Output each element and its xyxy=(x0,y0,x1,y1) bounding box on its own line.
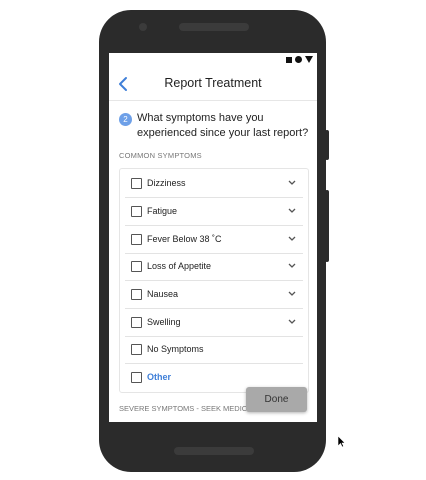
app-bar: Report Treatment xyxy=(109,68,317,101)
checkbox[interactable] xyxy=(131,178,142,189)
page-title: Report Treatment xyxy=(164,76,262,90)
done-button[interactable]: Done xyxy=(246,387,307,412)
symptom-label: Nausea xyxy=(147,289,179,299)
chevron-down-icon[interactable] xyxy=(288,291,296,297)
phone-screen: Report Treatment 2 What symptoms have yo… xyxy=(109,53,317,422)
list-item-dizziness[interactable]: Dizziness xyxy=(120,171,308,198)
status-bar xyxy=(109,53,317,68)
divider xyxy=(125,308,303,309)
symptom-label: Fever Below 38 ˚C xyxy=(147,234,222,244)
stop-square-icon xyxy=(286,56,292,63)
power-button xyxy=(325,130,329,160)
question-text: What symptoms have you experienced since… xyxy=(137,112,309,139)
mouse-cursor-icon xyxy=(338,436,346,448)
divider xyxy=(125,280,303,281)
list-item-nausea[interactable]: Nausea xyxy=(120,282,308,309)
chevron-down-icon[interactable] xyxy=(288,208,296,214)
symptom-label: Swelling xyxy=(147,317,181,327)
checkbox[interactable] xyxy=(131,344,142,355)
bottom-speaker xyxy=(174,447,254,455)
chevron-down-icon[interactable] xyxy=(288,263,296,269)
checkbox[interactable] xyxy=(131,234,142,245)
checkbox[interactable] xyxy=(131,317,142,328)
symptom-label: Dizziness xyxy=(147,178,186,188)
list-item-fever[interactable]: Fever Below 38 ˚C xyxy=(120,227,308,254)
volume-button xyxy=(325,190,329,262)
signal-triangle-icon xyxy=(305,56,313,63)
symptom-label: Loss of Appetite xyxy=(147,261,212,271)
list-item-swelling[interactable]: Swelling xyxy=(120,310,308,337)
symptom-label: No Symptoms xyxy=(147,344,204,354)
checkbox[interactable] xyxy=(131,372,142,383)
list-item-loss-of-appetite[interactable]: Loss of Appetite xyxy=(120,254,308,281)
question-number-badge: 2 xyxy=(119,113,132,126)
symptom-list: Dizziness Fatigue Fever Below 38 ˚C Loss… xyxy=(119,168,309,393)
record-dot-icon xyxy=(295,56,302,63)
checkbox[interactable] xyxy=(131,206,142,217)
symptom-label: Fatigue xyxy=(147,206,178,216)
divider xyxy=(125,197,303,198)
list-item-no-symptoms[interactable]: No Symptoms xyxy=(120,337,308,364)
checkbox[interactable] xyxy=(131,289,142,300)
symptom-label: Other xyxy=(147,372,172,382)
common-symptoms-heading: COMMON SYMPTOMS xyxy=(119,151,202,160)
front-camera xyxy=(139,23,147,31)
earpiece-speaker xyxy=(179,23,249,31)
divider xyxy=(125,225,303,226)
checkbox[interactable] xyxy=(131,261,142,272)
chevron-down-icon[interactable] xyxy=(288,319,296,325)
chevron-down-icon[interactable] xyxy=(288,236,296,242)
severe-symptoms-heading: SEVERE SYMPTOMS - SEEK MEDICA xyxy=(119,404,253,413)
list-item-fatigue[interactable]: Fatigue xyxy=(120,199,308,226)
divider xyxy=(125,363,303,364)
chevron-down-icon[interactable] xyxy=(288,180,296,186)
